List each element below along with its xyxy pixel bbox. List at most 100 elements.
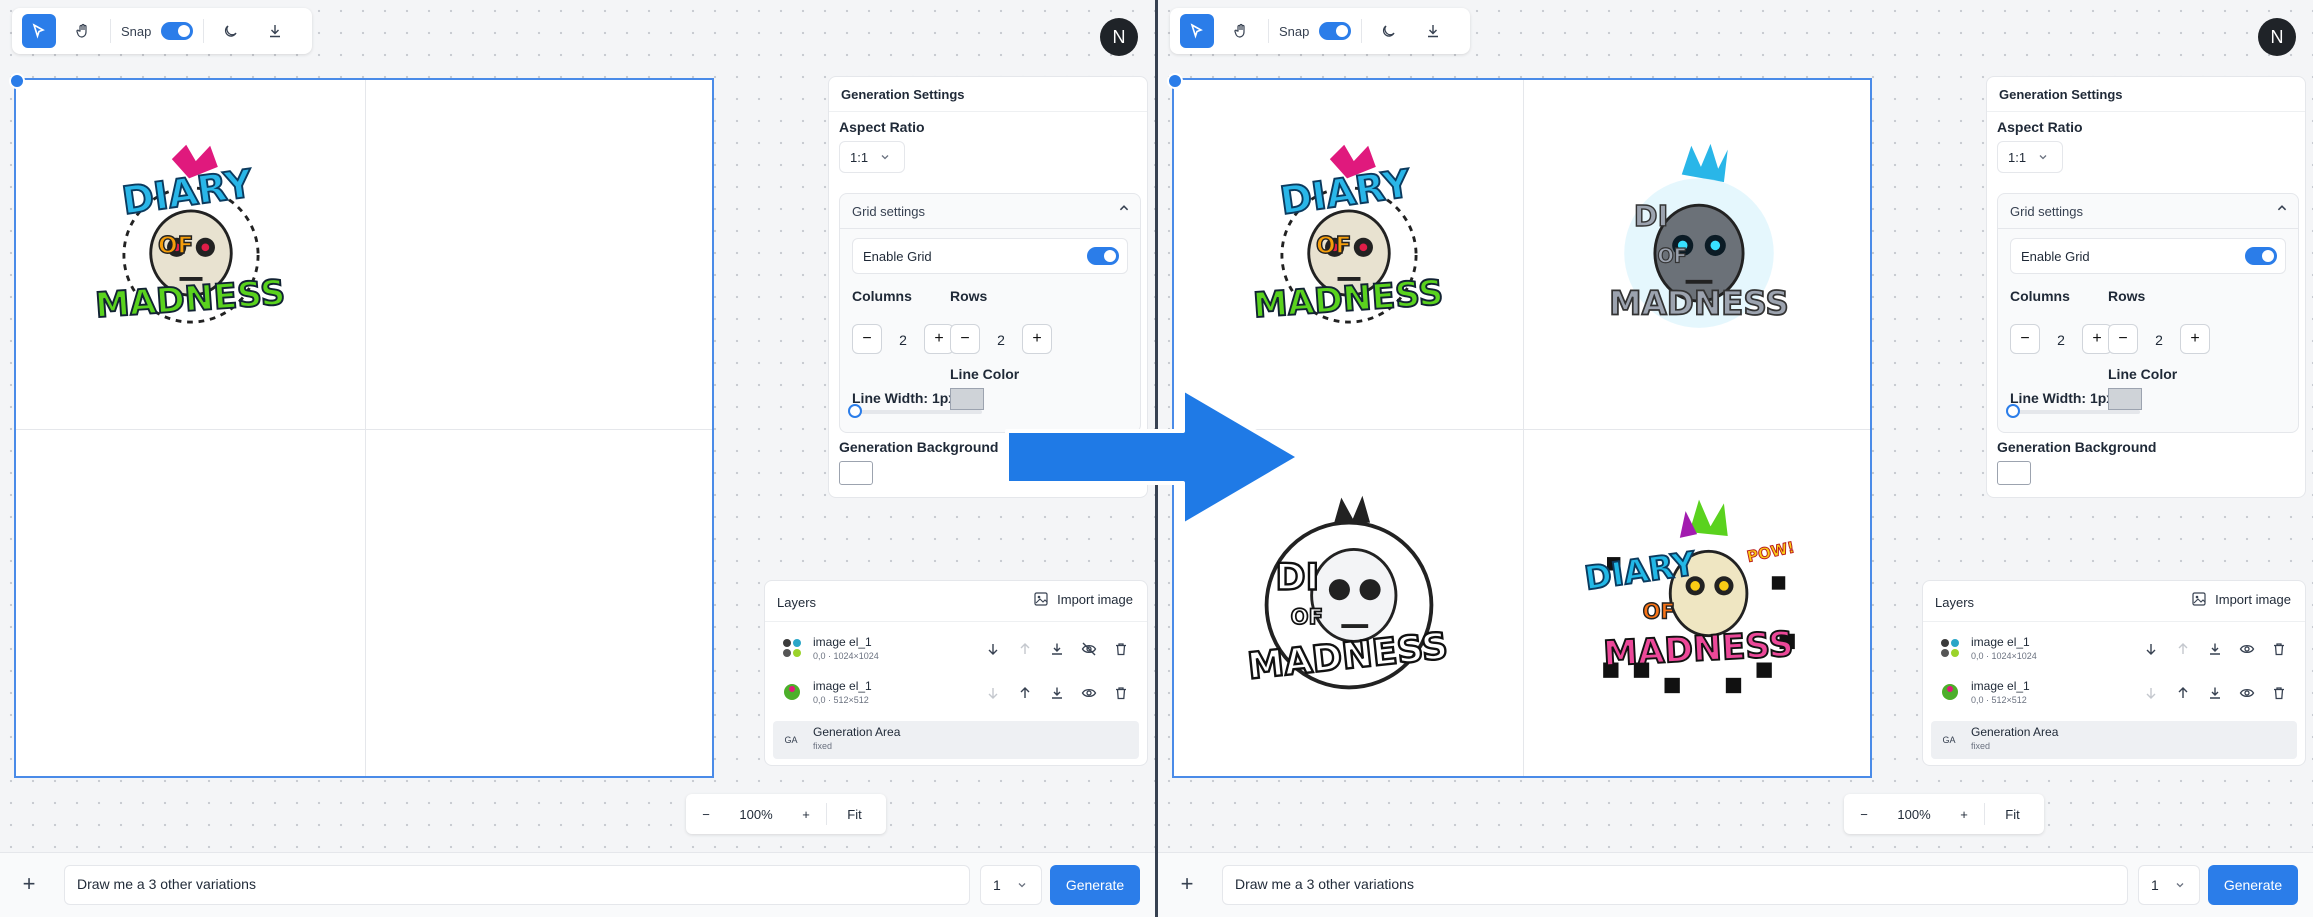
- zoom-level[interactable]: 100%: [1884, 794, 1944, 834]
- generation-area-layer[interactable]: GA Generation Area fixed: [1931, 721, 2297, 759]
- aspect-ratio-select[interactable]: 1:1: [1997, 141, 2063, 173]
- user-avatar[interactable]: N: [1100, 18, 1138, 56]
- line-color-swatch[interactable]: [2108, 388, 2142, 410]
- move-down-button[interactable]: [981, 637, 1005, 661]
- rows-decrement-button[interactable]: −: [2108, 324, 2138, 354]
- variation-count-select[interactable]: 1: [2138, 865, 2200, 905]
- svg-text:OF: OF: [1316, 233, 1351, 259]
- artwork-variation-pop[interactable]: DIARY OF MADNESS POW!: [1524, 430, 1873, 779]
- columns-decrement-button[interactable]: −: [852, 324, 882, 354]
- download-button[interactable]: [1416, 14, 1450, 48]
- move-down-button[interactable]: [2139, 637, 2163, 661]
- generation-background-swatch[interactable]: [1997, 461, 2031, 485]
- download-layer-button[interactable]: [2203, 637, 2227, 661]
- generate-button[interactable]: Generate: [2208, 865, 2298, 905]
- download-layer-button[interactable]: [1045, 681, 1069, 705]
- user-avatar[interactable]: N: [2258, 18, 2296, 56]
- layer-item[interactable]: image el_1 0,0 · 512×512: [1931, 673, 2297, 713]
- line-width-slider-thumb[interactable]: [2006, 404, 2020, 418]
- toggle-visibility-button[interactable]: [1077, 637, 1101, 661]
- move-up-button[interactable]: [1013, 681, 1037, 705]
- line-width-slider-thumb[interactable]: [848, 404, 862, 418]
- enable-grid-toggle[interactable]: [1087, 247, 1119, 265]
- chevron-up-icon[interactable]: [2276, 202, 2288, 214]
- before-panel: Snap N DIARY OF MADNESS Generation Setti…: [0, 0, 1155, 917]
- import-image-button[interactable]: Import image: [2191, 591, 2291, 607]
- select-tool-button[interactable]: [22, 14, 56, 48]
- grid-settings-title[interactable]: Grid settings: [852, 204, 925, 219]
- zoom-out-button[interactable]: −: [686, 794, 726, 834]
- rows-decrement-button[interactable]: −: [950, 324, 980, 354]
- divider: [829, 111, 1147, 112]
- arrow-down-icon: [988, 688, 998, 699]
- download-layer-button[interactable]: [1045, 637, 1069, 661]
- zoom-out-button[interactable]: −: [1844, 794, 1884, 834]
- theme-toggle-button[interactable]: [214, 14, 248, 48]
- generation-canvas[interactable]: DIARY OF MADNESS: [9, 73, 714, 778]
- add-attachment-button[interactable]: +: [16, 871, 42, 897]
- toggle-visibility-button[interactable]: [2235, 681, 2259, 705]
- zoom-level[interactable]: 100%: [726, 794, 786, 834]
- move-down-button[interactable]: [2139, 681, 2163, 705]
- chevron-up-icon[interactable]: [1118, 202, 1130, 214]
- line-width-slider-track[interactable]: [2008, 410, 2140, 414]
- line-color-label: Line Color: [950, 366, 1020, 382]
- columns-value[interactable]: 2: [888, 332, 918, 348]
- delete-layer-button[interactable]: [2267, 637, 2291, 661]
- delete-layer-button[interactable]: [1109, 637, 1133, 661]
- layer-item[interactable]: image el_1 0,0 · 1024×1024: [1931, 629, 2297, 669]
- image-icon: [1034, 592, 1048, 606]
- download-layer-button[interactable]: [2203, 681, 2227, 705]
- aspect-ratio-select[interactable]: 1:1: [839, 141, 905, 173]
- rows-value[interactable]: 2: [986, 332, 1016, 348]
- line-width-slider-track[interactable]: [850, 410, 982, 414]
- divider: [840, 228, 1140, 229]
- download-button[interactable]: [258, 14, 292, 48]
- fit-button[interactable]: Fit: [827, 794, 882, 834]
- generation-area-layer[interactable]: GA Generation Area fixed: [773, 721, 1139, 759]
- layer-item[interactable]: image el_1 0,0 · 1024×1024: [773, 629, 1139, 669]
- trash-icon: [2274, 687, 2284, 700]
- prompt-input[interactable]: Draw me a 3 other variations: [64, 865, 970, 905]
- artwork-original[interactable]: DIARY OF MADNESS: [16, 80, 365, 429]
- toggle-visibility-button[interactable]: [2235, 637, 2259, 661]
- select-tool-button[interactable]: [1180, 14, 1214, 48]
- arrow-up-icon: [2178, 643, 2188, 654]
- pan-tool-button[interactable]: [1224, 14, 1258, 48]
- trash-icon: [2274, 643, 2284, 656]
- artwork-variation-cyber[interactable]: DI OF MADNESS: [1524, 80, 1873, 429]
- line-color-swatch[interactable]: [950, 388, 984, 410]
- columns-value[interactable]: 2: [2046, 332, 2076, 348]
- columns-decrement-button[interactable]: −: [2010, 324, 2040, 354]
- zoom-in-button[interactable]: +: [1944, 794, 1984, 834]
- generate-button[interactable]: Generate: [1050, 865, 1140, 905]
- snap-toggle[interactable]: [1319, 22, 1352, 40]
- move-up-button[interactable]: [2171, 637, 2195, 661]
- rows-increment-button[interactable]: +: [2180, 324, 2210, 354]
- variation-count-select[interactable]: 1: [980, 865, 1042, 905]
- grid-settings-title[interactable]: Grid settings: [2010, 204, 2083, 219]
- snap-toggle[interactable]: [161, 22, 194, 40]
- import-image-button[interactable]: Import image: [1033, 591, 1133, 607]
- fit-button[interactable]: Fit: [1985, 794, 2040, 834]
- move-up-button[interactable]: [2171, 681, 2195, 705]
- delete-layer-button[interactable]: [1109, 681, 1133, 705]
- delete-layer-button[interactable]: [2267, 681, 2291, 705]
- artwork-original[interactable]: DIARY OF MADNESS: [1174, 80, 1523, 429]
- move-down-button[interactable]: [981, 681, 1005, 705]
- generation-background-swatch[interactable]: [839, 461, 873, 485]
- toggle-visibility-button[interactable]: [1077, 681, 1101, 705]
- svg-text:OF: OF: [158, 233, 193, 259]
- rows-increment-button[interactable]: +: [1022, 324, 1052, 354]
- svg-text:MADNESS: MADNESS: [1609, 284, 1789, 322]
- aspect-ratio-value: 1:1: [850, 149, 869, 165]
- move-up-button[interactable]: [1013, 637, 1037, 661]
- prompt-input[interactable]: Draw me a 3 other variations: [1222, 865, 2128, 905]
- add-attachment-button[interactable]: +: [1174, 871, 1200, 897]
- zoom-in-button[interactable]: +: [786, 794, 826, 834]
- enable-grid-toggle[interactable]: [2245, 247, 2277, 265]
- rows-value[interactable]: 2: [2144, 332, 2174, 348]
- theme-toggle-button[interactable]: [1372, 14, 1406, 48]
- pan-tool-button[interactable]: [66, 14, 100, 48]
- layer-item[interactable]: image el_1 0,0 · 512×512: [773, 673, 1139, 713]
